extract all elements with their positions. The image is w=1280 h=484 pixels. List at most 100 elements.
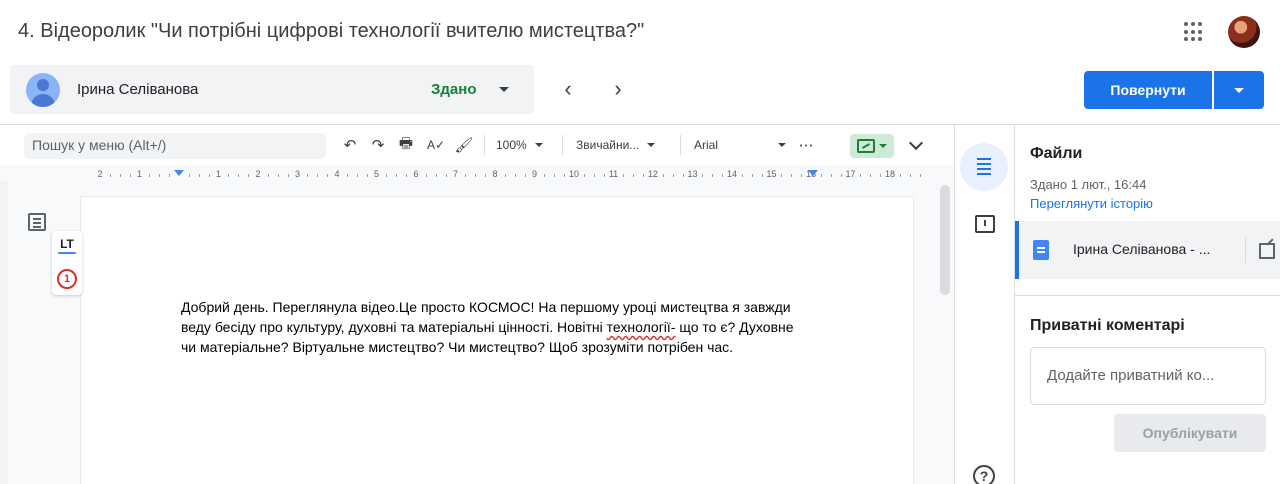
files-panel-icon[interactable] <box>960 143 1008 191</box>
style-select[interactable]: Звичайни... <box>576 134 672 156</box>
ruler-tick <box>267 174 269 177</box>
ruler-tick <box>554 174 556 177</box>
ruler-tick <box>346 174 348 177</box>
ruler-tick <box>386 174 388 177</box>
collapse-toolbar-chevron-icon[interactable] <box>906 135 926 155</box>
ruler-tick <box>435 174 437 177</box>
previous-student-button[interactable]: ‹ <box>556 78 580 102</box>
document-page[interactable]: Добрий день. Переглянула відео.Це просто… <box>81 197 913 484</box>
ruler-scale: 2 1 1 2 3 4 5 6 7 8 9 10 11 12 13 14 15 16 17 18 <box>80 169 921 179</box>
redo-icon[interactable]: ↷ <box>368 134 388 156</box>
ruler-number: 14 <box>726 169 738 179</box>
ruler-number: 5 <box>373 169 380 179</box>
student-selector[interactable]: Ірина Селіванова Здано <box>10 65 534 114</box>
ruler-tick <box>514 174 516 177</box>
ruler-number: 11 <box>608 169 619 179</box>
ruler-tick <box>919 174 921 177</box>
ruler-number: 4 <box>334 169 340 179</box>
ruler-number: 17 <box>845 169 856 179</box>
ruler-tick <box>870 174 872 177</box>
font-value: Arial <box>694 138 719 152</box>
document-scrollbar[interactable] <box>940 185 950 295</box>
paint-format-icon[interactable]: 🖌 <box>454 134 474 156</box>
ruler-number: 7 <box>452 169 459 179</box>
print-icon[interactable]: 🖶 <box>396 134 416 156</box>
ruler-tick <box>109 174 111 177</box>
ruler-tick <box>307 174 309 177</box>
ruler-tick <box>880 174 882 177</box>
suggesting-mode-button[interactable] <box>850 134 894 158</box>
files-heading: Файли <box>1030 145 1083 162</box>
help-icon[interactable]: ? <box>973 465 995 484</box>
return-options-dropdown[interactable] <box>1214 71 1264 109</box>
account-avatar[interactable] <box>1228 16 1260 48</box>
attached-file-name: Ірина Селіванова - ... <box>1073 241 1211 257</box>
student-name: Ірина Селіванова <box>77 81 199 98</box>
side-icon-rail: ? <box>954 124 1014 484</box>
languagetool-widget[interactable]: LT 1 <box>52 231 82 295</box>
next-student-button[interactable]: › <box>606 78 630 102</box>
submission-status: Здано <box>431 81 477 98</box>
ruler-tick <box>544 174 546 177</box>
ruler-tick <box>475 174 477 177</box>
issue-count-badge[interactable]: 1 <box>57 269 77 289</box>
ruler-number: 8 <box>492 169 498 179</box>
student-dropdown-icon[interactable] <box>496 81 512 97</box>
ruler-tick <box>366 174 368 177</box>
spellcheck-icon[interactable]: A✓ <box>424 134 448 156</box>
ruler-tick <box>188 174 190 177</box>
open-in-new-window-icon[interactable] <box>1245 237 1280 263</box>
ruler-number: 18 <box>884 169 896 179</box>
ruler-tick <box>485 174 487 177</box>
undo-icon[interactable]: ↶ <box>340 134 360 156</box>
return-button[interactable]: Повернути <box>1084 71 1212 109</box>
ruler-tick <box>406 174 408 177</box>
document-body[interactable]: Добрий день. Переглянула відео.Це просто… <box>181 297 811 357</box>
ruler-tick <box>396 174 398 177</box>
ruler-tick <box>228 174 230 177</box>
ruler-tick <box>781 174 783 177</box>
ruler-tick <box>682 174 684 177</box>
font-select[interactable]: Arial <box>694 134 790 156</box>
menu-search-input[interactable]: Пошук у меню (Alt+/) <box>24 133 326 159</box>
ruler-tick <box>722 174 724 177</box>
ruler-number: 10 <box>568 169 580 179</box>
ruler-tick <box>327 174 329 177</box>
ruler-tick <box>623 174 625 177</box>
ruler-number: 1 <box>136 169 143 179</box>
ruler-tick <box>662 174 664 177</box>
student-avatar-icon <box>26 73 60 107</box>
ruler-number: 6 <box>413 169 419 179</box>
ruler-tick <box>248 174 250 177</box>
spelling-error-word[interactable]: технології- <box>607 319 676 335</box>
right-indent-marker[interactable] <box>808 170 818 176</box>
ruler-tick <box>198 174 200 177</box>
zoom-select[interactable]: 100% <box>496 134 556 156</box>
languagetool-logo: LT <box>56 237 78 254</box>
ruler-tick <box>672 174 674 177</box>
comments-panel-icon[interactable] <box>975 215 995 233</box>
ruler-tick <box>643 174 645 177</box>
ruler-tick <box>425 174 427 177</box>
private-comment-input[interactable]: Додайте приватний ко... <box>1030 347 1266 405</box>
apps-grid-icon[interactable] <box>1184 22 1204 42</box>
more-options-icon[interactable]: ⋯ <box>796 134 816 156</box>
zoom-value: 100% <box>496 138 527 152</box>
attached-file-item[interactable]: Ірина Селіванова - ... <box>1015 221 1280 279</box>
ruler-tick <box>801 174 803 177</box>
ruler-tick <box>159 174 161 177</box>
publish-comment-button[interactable]: Опублікувати <box>1114 414 1266 452</box>
left-indent-marker[interactable] <box>174 170 184 176</box>
ruler-number: 1 <box>215 169 222 179</box>
view-history-link[interactable]: Переглянути історію <box>1030 196 1153 211</box>
google-doc-icon <box>1033 240 1049 260</box>
ruler-tick <box>277 174 279 177</box>
page: 4. Відеоролик "Чи потрібні цифрові техно… <box>0 0 1280 484</box>
vertical-ruler <box>0 181 8 484</box>
divider <box>1015 295 1280 296</box>
ruler-tick <box>761 174 763 177</box>
ruler-tick <box>860 174 862 177</box>
document-outline-icon[interactable] <box>28 213 46 231</box>
ruler-tick <box>287 174 289 177</box>
ruler-number: 2 <box>97 169 103 179</box>
